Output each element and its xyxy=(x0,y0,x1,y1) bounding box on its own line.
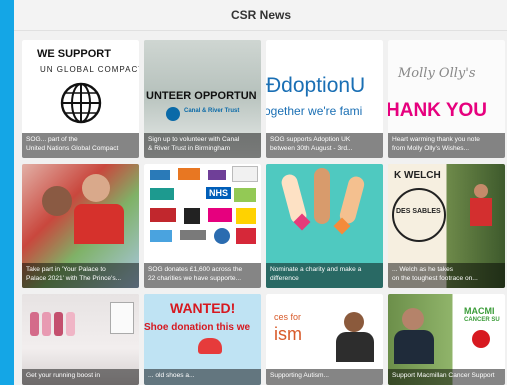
card-caption: Nominate a charity and make a difference xyxy=(266,263,383,288)
card-caption: SOG... part of the United Nations Global… xyxy=(22,133,139,158)
logo-block xyxy=(208,170,226,180)
shoe-item xyxy=(54,312,63,336)
runner-figure xyxy=(42,186,72,216)
card-caption: Get your running boost in xyxy=(22,368,139,385)
caption-line: 22 charities we have supporte... xyxy=(148,274,242,282)
logo-block xyxy=(178,168,200,180)
hand-shape xyxy=(314,168,330,224)
card-heading: ĐdoptionU xyxy=(266,74,366,97)
seal-badge xyxy=(392,188,446,242)
macmillan-logo: MACMI xyxy=(464,306,495,316)
caption-line: ... Welch as he takes xyxy=(392,266,454,274)
caption-line: & River Trust in Birmingham xyxy=(148,144,231,152)
runner-figure xyxy=(474,184,488,198)
card-caption: ... Welch as he takes on the toughest fo… xyxy=(388,263,505,288)
card-caption: ... old shoes a... xyxy=(144,368,261,385)
logo-block xyxy=(236,208,256,224)
card-caption: Take part in 'Your Palace to Palace 2021… xyxy=(22,263,139,288)
news-card[interactable]: Molly Olly's HANK YOU Heart warming than… xyxy=(388,40,505,158)
runner-shirt xyxy=(470,198,492,226)
card-pretext: ces for xyxy=(274,312,302,322)
news-card[interactable]: MACMI CANCER SU Support Macmillan Cancer… xyxy=(388,294,505,385)
person-figure xyxy=(394,330,434,364)
logo-text: Canal & River Trust xyxy=(184,108,240,114)
caption-line: difference xyxy=(270,274,299,282)
card-heading: ism xyxy=(274,324,302,344)
caption-line: SOG donates £1,600 across the xyxy=(148,266,243,274)
card-caption: SOG donates £1,600 across the 22 chariti… xyxy=(144,263,261,288)
caption-line: Supporting Autism... xyxy=(270,371,330,379)
news-card[interactable]: K WELCH DES SABLES ... Welch as he takes… xyxy=(388,164,505,288)
logo-block xyxy=(184,208,200,224)
person-figure xyxy=(402,308,424,330)
news-grid: WE SUPPORT UN GLOBAL COMPACT SOG... part… xyxy=(22,40,505,385)
page-title: CSR News xyxy=(14,0,507,31)
caption-line: Get your running boost in xyxy=(26,371,101,379)
news-card[interactable]: WANTED! Shoe donation this we ... old sh… xyxy=(144,294,261,385)
card-heading: HANK YOU xyxy=(388,100,487,121)
logo-block xyxy=(208,208,232,222)
card-caption: Supporting Autism... xyxy=(266,368,383,385)
shoe-illustration xyxy=(198,338,222,354)
logo-block xyxy=(150,230,172,242)
shoe-item xyxy=(30,312,39,336)
csr-news-panel: CSR News WE SUPPORT UN GLOBAL COMPACT SO… xyxy=(14,0,507,385)
runner-figure xyxy=(82,174,110,202)
person-figure xyxy=(344,312,364,332)
news-card[interactable]: ĐdoptionU ogether we're fami SOG support… xyxy=(266,40,383,158)
card-caption: Sign up to volunteer with Canal & River … xyxy=(144,133,261,158)
brand-text: Molly Olly's xyxy=(398,66,476,81)
card-subheading: Shoe donation this we xyxy=(144,322,251,333)
logo-block xyxy=(150,188,174,200)
card-caption: Support Macmillan Cancer Support xyxy=(388,368,505,385)
news-card[interactable]: ces for ism Supporting Autism... xyxy=(266,294,383,385)
news-card[interactable]: UNTEER OPPORTUN Canal & River Trust Sign… xyxy=(144,40,261,158)
caption-line: Sign up to volunteer with Canal xyxy=(148,136,240,144)
globe-icon xyxy=(60,82,102,124)
runner-shirt xyxy=(74,204,124,244)
caption-line: Heart warming thank you note xyxy=(392,136,480,144)
badge-text: DES SABLES xyxy=(396,208,441,215)
brand-text: K WELCH xyxy=(394,170,441,181)
logo-block xyxy=(150,208,176,222)
ring-label: UN GLOBAL COMPACT xyxy=(40,65,139,74)
caption-line: on the toughest footrace on... xyxy=(392,274,478,282)
card-heading: WANTED! xyxy=(170,300,236,316)
caption-line: Take part in 'Your Palace to xyxy=(26,266,106,274)
card-caption: Heart warming thank you note from Molly … xyxy=(388,133,505,158)
caption-line: Palace 2021' with The Prince's... xyxy=(26,274,122,282)
logo-block xyxy=(232,166,258,182)
canal-trust-logo xyxy=(166,107,180,121)
badge-circle xyxy=(472,330,490,348)
news-card[interactable]: Get your running boost in xyxy=(22,294,139,385)
caption-line: from Molly Olly's Wishes... xyxy=(392,144,470,152)
caption-line: SOG... part of the xyxy=(26,136,78,144)
news-card[interactable]: Take part in 'Your Palace to Palace 2021… xyxy=(22,164,139,288)
card-caption: SOG supports Adoption UK between 30th Au… xyxy=(266,133,383,158)
logo-block xyxy=(236,228,256,244)
logo-block xyxy=(180,230,206,240)
caption-line: ... old shoes a... xyxy=(148,371,195,379)
caption-line: Support Macmillan Cancer Support xyxy=(392,371,495,379)
caption-line: SOG supports Adoption UK xyxy=(270,136,351,144)
nhs-logo: NHS xyxy=(206,187,232,199)
news-card[interactable]: Nominate a charity and make a difference xyxy=(266,164,383,288)
card-heading: WE SUPPORT xyxy=(37,48,111,60)
person-figure xyxy=(336,332,374,362)
news-card[interactable]: NHS SOG donates £1,600 across the 22 cha… xyxy=(144,164,261,288)
logo-block xyxy=(214,228,230,244)
logo-block xyxy=(234,188,256,202)
caption-line: United Nations Global Compact xyxy=(26,144,119,152)
card-banner: UNTEER OPPORTUN xyxy=(146,90,257,102)
sign-board xyxy=(110,302,134,334)
shoe-item xyxy=(42,312,51,336)
macmillan-subtext: CANCER SU xyxy=(464,317,500,323)
card-subheading: ogether we're fami xyxy=(266,104,363,118)
shoe-item xyxy=(66,312,75,336)
logo-block xyxy=(150,170,170,180)
caption-line: Nominate a charity and make a xyxy=(270,266,362,274)
news-card[interactable]: WE SUPPORT UN GLOBAL COMPACT SOG... part… xyxy=(22,40,139,158)
caption-line: between 30th August - 3rd... xyxy=(270,144,353,152)
